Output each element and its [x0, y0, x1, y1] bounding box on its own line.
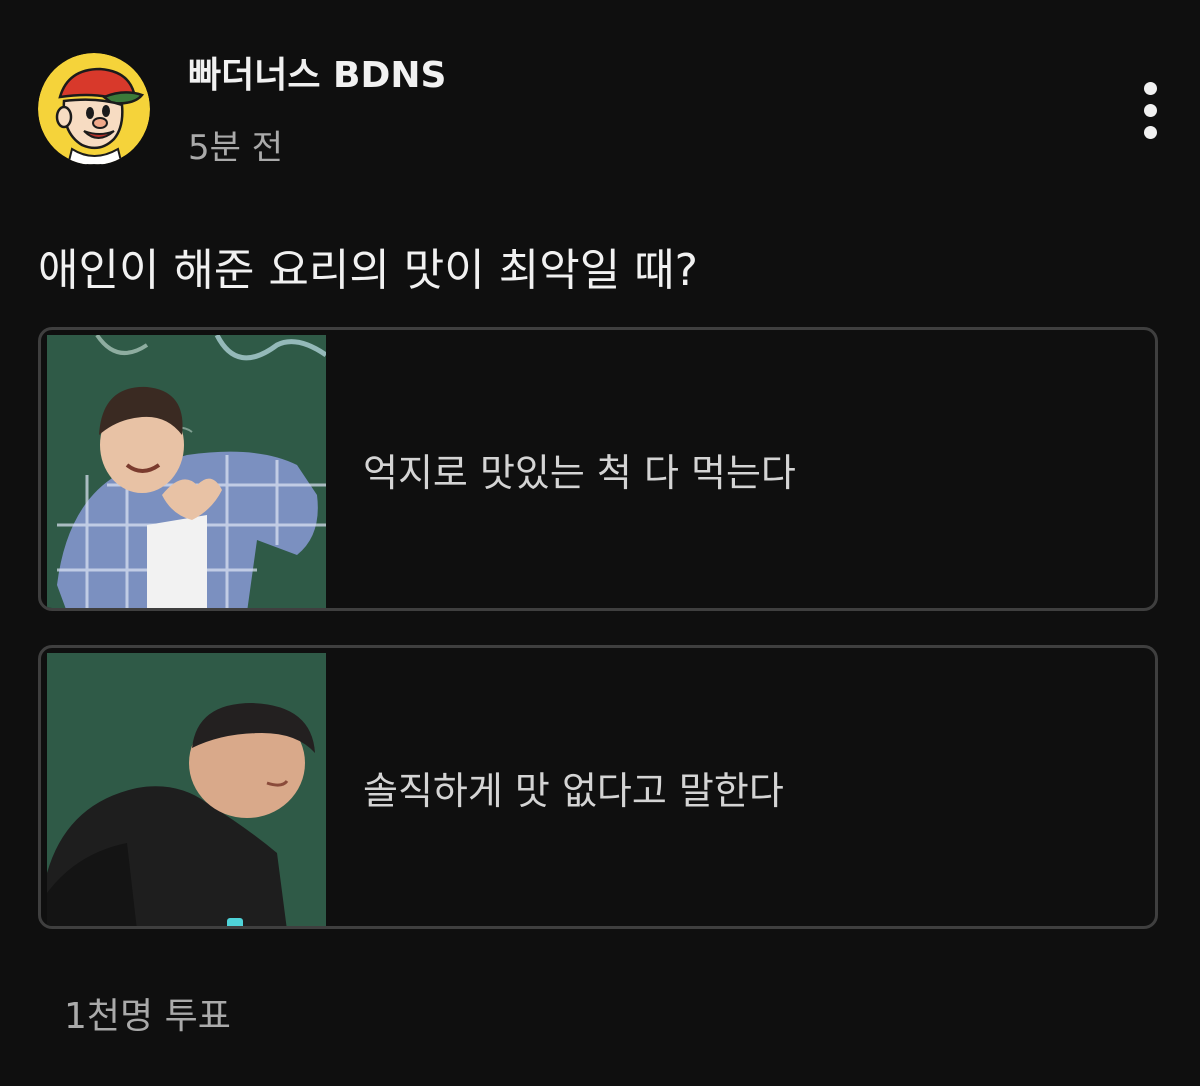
poll-option-1[interactable]: 억지로 맛있는 척 다 먹는다	[38, 327, 1158, 611]
poll-option-2[interactable]: 솔직하게 맛 없다고 말한다	[38, 645, 1158, 929]
poll-question: 애인이 해준 요리의 맛이 최악일 때?	[38, 245, 699, 296]
poll-option-2-thumbnail	[47, 653, 326, 926]
poll-option-1-label: 억지로 맛있는 척 다 먹는다	[363, 450, 796, 495]
channel-name[interactable]: 빠더너스 BDNS	[188, 54, 446, 98]
post-timestamp: 5분 전	[188, 128, 283, 168]
vote-count: 1천명 투표	[64, 996, 231, 1037]
more-options-button[interactable]	[1128, 78, 1174, 144]
channel-avatar[interactable]	[38, 53, 150, 165]
poll-option-2-label: 솔직하게 맛 없다고 말한다	[363, 768, 784, 813]
poll-option-1-thumbnail	[47, 335, 326, 608]
cartoon-boy-avatar-icon	[38, 53, 150, 165]
